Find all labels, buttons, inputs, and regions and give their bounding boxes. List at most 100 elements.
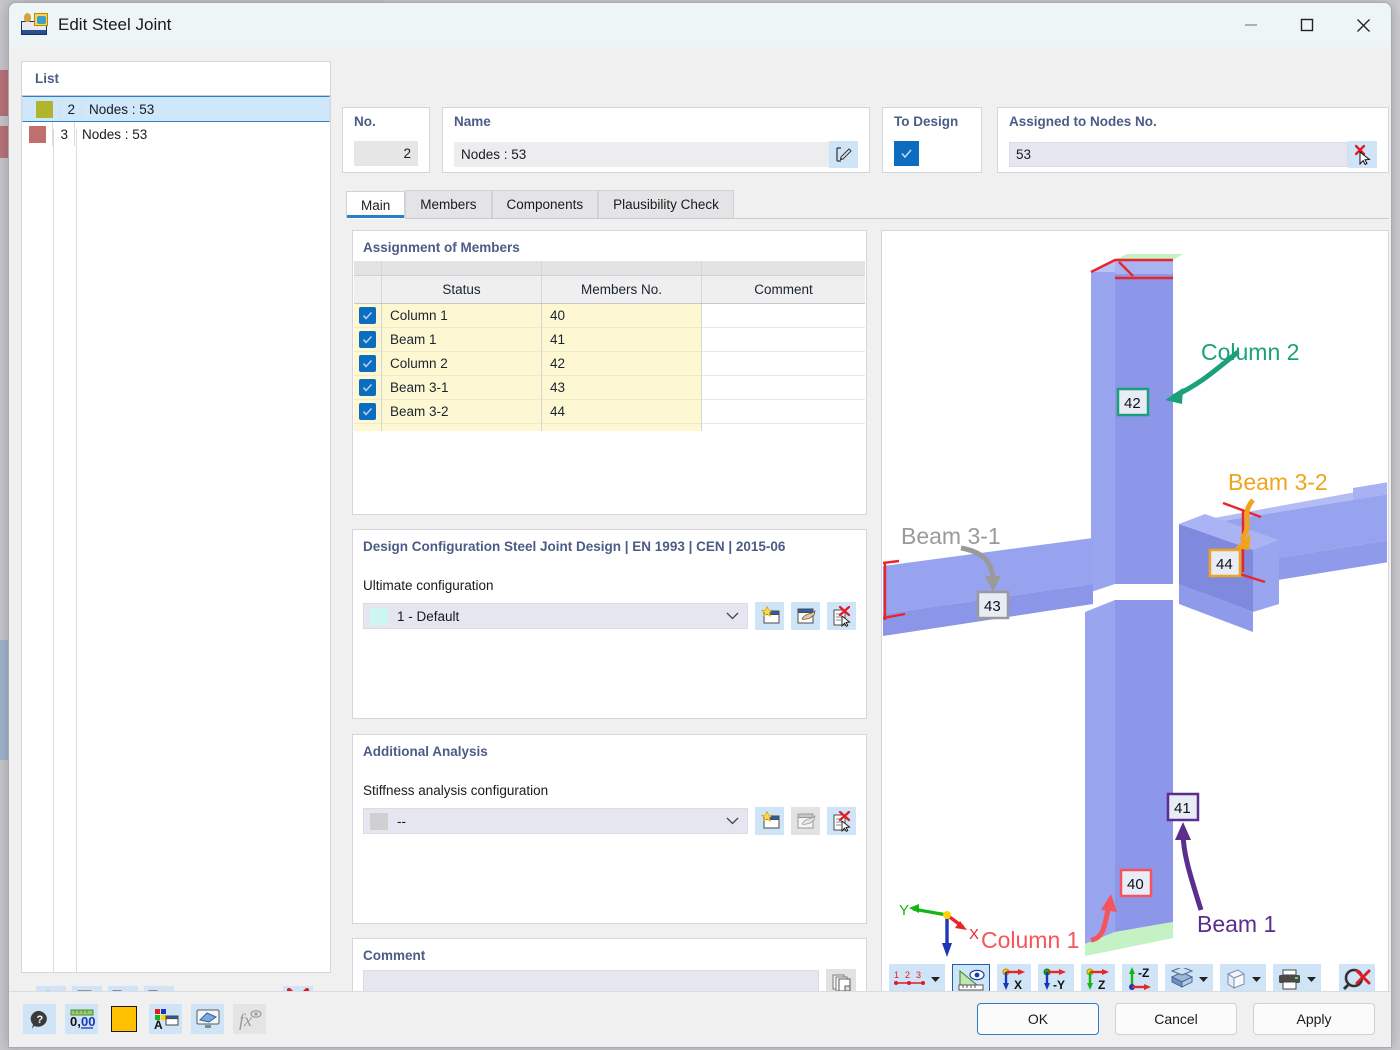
- svg-text:41: 41: [1174, 800, 1191, 817]
- no-label: No.: [354, 114, 376, 129]
- chevron-down-icon: [1306, 970, 1317, 988]
- help-button[interactable]: ?: [23, 1004, 56, 1034]
- assigned-nodes-input[interactable]: 53: [1009, 142, 1348, 167]
- ultimate-configuration-select[interactable]: 1 - Default: [363, 603, 748, 629]
- display-properties-button[interactable]: A: [149, 1004, 182, 1034]
- color-swatch: [22, 122, 53, 146]
- cell-comment[interactable]: [702, 352, 865, 376]
- ok-button[interactable]: OK: [977, 1003, 1099, 1035]
- table-row[interactable]: Beam 3-1 43: [354, 376, 865, 400]
- tab-members[interactable]: Members: [405, 190, 492, 218]
- dialog-body: List 2 Nodes : 53 3 Nodes : 53 No. 2 Nam…: [9, 47, 1391, 1047]
- cell-comment[interactable]: [702, 304, 865, 328]
- joint-3d-canvas[interactable]: Y X Z 42 Column 2: [883, 232, 1387, 959]
- color-button[interactable]: [107, 1004, 140, 1034]
- window-controls: [1223, 3, 1391, 47]
- view-axis-negz-button[interactable]: -Z: [1122, 964, 1158, 994]
- color-swatch: [29, 100, 60, 118]
- row-checkbox[interactable]: [359, 355, 376, 372]
- svg-text:A: A: [154, 1018, 163, 1030]
- numbering-button[interactable]: 1 2 3: [889, 964, 945, 994]
- svg-text:3: 3: [916, 970, 921, 980]
- footer-toolbar: ? 0, 00 A fx: [23, 1004, 266, 1034]
- table-header-row: Status Members No. Comment: [354, 276, 865, 304]
- tab-main[interactable]: Main: [346, 191, 406, 219]
- row-checkbox[interactable]: [359, 331, 376, 348]
- delete-stiffness-config-button[interactable]: [827, 807, 856, 835]
- view-axis-negy-button[interactable]: -Y: [1038, 964, 1074, 994]
- cell-status: Beam 1: [382, 328, 542, 352]
- table-row[interactable]: Beam 3-2 44: [354, 400, 865, 424]
- cell-member-no: 40: [542, 304, 702, 328]
- zoom-reset-button[interactable]: [1339, 964, 1375, 994]
- row-checkbox[interactable]: [359, 379, 376, 396]
- new-stiffness-config-button[interactable]: [755, 807, 784, 835]
- row-checkbox[interactable]: [359, 307, 376, 324]
- minimize-icon[interactable]: [1223, 3, 1279, 47]
- svg-text:43: 43: [984, 598, 1001, 615]
- svg-text:Beam 3-1: Beam 3-1: [901, 523, 1001, 549]
- render-mode-button[interactable]: [1165, 964, 1213, 994]
- edit-steel-joint-dialog: Edit Steel Joint List 2 Nodes : 53 3 Nod…: [8, 2, 1392, 1048]
- list-panel-title: List: [35, 71, 60, 86]
- row-checkbox[interactable]: [359, 403, 376, 420]
- stiffness-color-swatch: [370, 812, 388, 830]
- close-icon[interactable]: [1335, 3, 1391, 47]
- wireframe-button[interactable]: [1220, 964, 1266, 994]
- joint-list[interactable]: 2 Nodes : 53 3 Nodes : 53: [22, 95, 330, 972]
- design-configuration-title: Design Configuration Steel Joint Design …: [363, 539, 786, 554]
- maximize-icon[interactable]: [1279, 3, 1335, 47]
- list-item-no: 2: [60, 101, 82, 117]
- svg-text:-Z: -Z: [1138, 967, 1149, 980]
- tab-components[interactable]: Components: [491, 190, 599, 218]
- cell-comment[interactable]: [702, 328, 865, 352]
- print-button[interactable]: [1273, 964, 1321, 994]
- to-design-checkbox[interactable]: [894, 141, 919, 166]
- joint-list-panel: List 2 Nodes : 53 3 Nodes : 53: [21, 61, 331, 973]
- svg-text:Y: Y: [899, 902, 909, 919]
- view-axis-x-button[interactable]: X: [997, 964, 1031, 994]
- svg-text:Z: Z: [1098, 978, 1105, 991]
- joint-3d-view-panel: Y X Z 42 Column 2: [881, 230, 1389, 1003]
- svg-text:?: ?: [36, 1014, 43, 1026]
- to-design-label: To Design: [894, 114, 959, 129]
- list-item[interactable]: 2 Nodes : 53: [22, 96, 330, 122]
- cell-member-no: 42: [542, 352, 702, 376]
- name-input[interactable]: Nodes : 53: [454, 142, 829, 167]
- new-configuration-button[interactable]: [755, 602, 784, 630]
- cell-member-no: 43: [542, 376, 702, 400]
- formula-button: fx: [233, 1004, 266, 1034]
- view-axis-z-button[interactable]: Z: [1081, 964, 1115, 994]
- design-configuration-panel: Design Configuration Steel Joint Design …: [352, 529, 867, 719]
- cell-status: Beam 3-2: [382, 400, 542, 424]
- svg-text:Column 2: Column 2: [1201, 339, 1299, 365]
- assigned-nodes-label: Assigned to Nodes No.: [1009, 114, 1157, 129]
- table-row[interactable]: Column 1 40: [354, 304, 865, 328]
- list-item-label: Nodes : 53: [89, 101, 155, 117]
- apply-button[interactable]: Apply: [1253, 1003, 1375, 1035]
- cell-comment[interactable]: [702, 376, 865, 400]
- dimensions-button[interactable]: [952, 964, 990, 994]
- chevron-down-icon: [1198, 970, 1209, 988]
- table-row[interactable]: Beam 1 41: [354, 328, 865, 352]
- pick-deselect-icon[interactable]: [1348, 141, 1377, 168]
- edit-configuration-button[interactable]: [791, 602, 820, 630]
- svg-text:0,: 0,: [70, 1014, 81, 1029]
- delete-configuration-button[interactable]: [827, 602, 856, 630]
- steel-joint-icon: [21, 13, 48, 36]
- stiffness-analysis-select[interactable]: --: [363, 808, 748, 834]
- svg-text:40: 40: [1127, 876, 1144, 893]
- tab-plausibility-check[interactable]: Plausibility Check: [598, 190, 734, 218]
- list-item-label: Nodes : 53: [82, 126, 148, 142]
- svg-text:X: X: [1014, 978, 1022, 991]
- list-item[interactable]: 3 Nodes : 53: [22, 122, 330, 146]
- pencil-edit-icon[interactable]: [829, 141, 858, 168]
- units-button[interactable]: 0, 00: [65, 1004, 98, 1034]
- table-row[interactable]: Column 2 42: [354, 352, 865, 376]
- cell-comment[interactable]: [702, 400, 865, 424]
- window-title: Edit Steel Joint: [58, 15, 172, 34]
- footer-buttons: OK Cancel Apply: [977, 1003, 1375, 1035]
- cell-status: Column 1: [382, 304, 542, 328]
- cancel-button[interactable]: Cancel: [1115, 1003, 1237, 1035]
- visibility-button[interactable]: [191, 1004, 224, 1034]
